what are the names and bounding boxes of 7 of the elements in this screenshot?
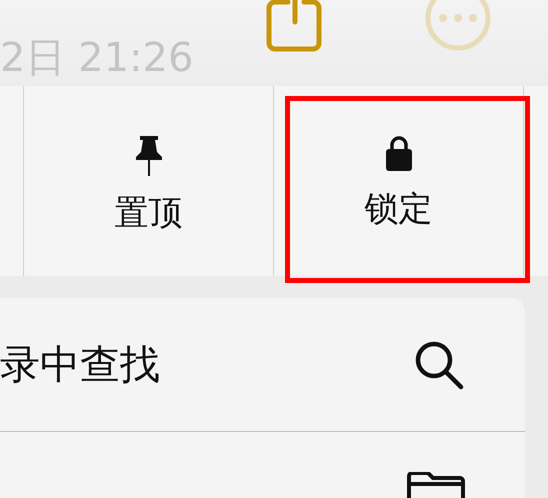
lock-icon <box>384 134 412 172</box>
more-icon[interactable] <box>424 0 492 52</box>
action-label[interactable]: 锁定 <box>364 186 432 232</box>
pin-icon <box>134 134 164 176</box>
folder-icon <box>407 472 465 498</box>
action-label[interactable]: 置顶 <box>114 190 182 236</box>
menu-item[interactable]: 录中查找 <box>0 337 160 392</box>
